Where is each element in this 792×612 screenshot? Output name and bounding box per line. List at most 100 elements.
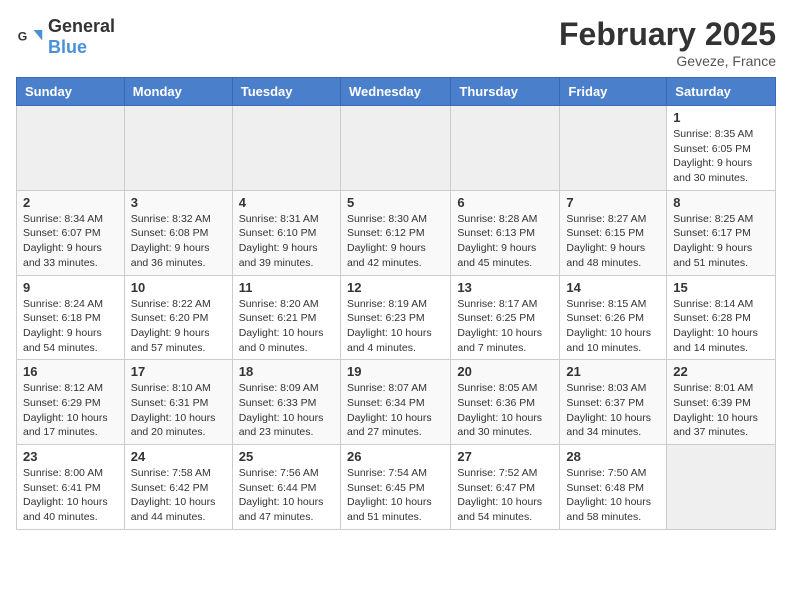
day-info: Sunrise: 8:22 AM Sunset: 6:20 PM Dayligh… (131, 297, 226, 356)
calendar-week-2: 2 Sunrise: 8:34 AM Sunset: 6:07 PM Daylig… (17, 190, 776, 275)
calendar-cell: 11 Sunrise: 8:20 AM Sunset: 6:21 PM Dayli… (232, 275, 340, 360)
calendar-cell: 10 Sunrise: 8:22 AM Sunset: 6:20 PM Dayli… (124, 275, 232, 360)
day-info: Sunrise: 8:28 AM Sunset: 6:13 PM Dayligh… (457, 212, 553, 271)
day-number: 4 (239, 195, 334, 210)
day-info: Sunrise: 8:30 AM Sunset: 6:12 PM Dayligh… (347, 212, 444, 271)
title-area: February 2025 Geveze, France (559, 16, 776, 69)
day-number: 10 (131, 280, 226, 295)
day-info: Sunrise: 8:32 AM Sunset: 6:08 PM Dayligh… (131, 212, 226, 271)
day-number: 25 (239, 449, 334, 464)
logo-blue: Blue (48, 37, 87, 57)
header-monday: Monday (124, 78, 232, 106)
day-number: 16 (23, 364, 118, 379)
calendar-cell: 4 Sunrise: 8:31 AM Sunset: 6:10 PM Daylig… (232, 190, 340, 275)
day-info: Sunrise: 8:10 AM Sunset: 6:31 PM Dayligh… (131, 381, 226, 440)
calendar-table: SundayMondayTuesdayWednesdayThursdayFrid… (16, 77, 776, 530)
calendar-cell: 19Sunrise: 8:07 AM Sunset: 6:34 PM Dayli… (340, 360, 450, 445)
day-info: Sunrise: 8:05 AM Sunset: 6:36 PM Dayligh… (457, 381, 553, 440)
calendar-cell: 7 Sunrise: 8:27 AM Sunset: 6:15 PM Daylig… (560, 190, 667, 275)
day-number: 20 (457, 364, 553, 379)
calendar-cell: 17 Sunrise: 8:10 AM Sunset: 6:31 PM Dayli… (124, 360, 232, 445)
calendar-cell: 15 Sunrise: 8:14 AM Sunset: 6:28 PM Dayli… (667, 275, 776, 360)
calendar-week-1: 1 Sunrise: 8:35 AM Sunset: 6:05 PM Daylig… (17, 106, 776, 191)
day-info: Sunrise: 8:35 AM Sunset: 6:05 PM Dayligh… (673, 127, 769, 186)
calendar-cell: 12Sunrise: 8:19 AM Sunset: 6:23 PM Dayli… (340, 275, 450, 360)
day-number: 12 (347, 280, 444, 295)
day-number: 23 (23, 449, 118, 464)
day-number: 7 (566, 195, 660, 210)
day-info: Sunrise: 8:27 AM Sunset: 6:15 PM Dayligh… (566, 212, 660, 271)
day-number: 24 (131, 449, 226, 464)
day-number: 26 (347, 449, 444, 464)
day-number: 13 (457, 280, 553, 295)
day-info: Sunrise: 7:58 AM Sunset: 6:42 PM Dayligh… (131, 466, 226, 525)
calendar-cell: 3 Sunrise: 8:32 AM Sunset: 6:08 PM Daylig… (124, 190, 232, 275)
header-thursday: Thursday (451, 78, 560, 106)
day-info: Sunrise: 8:31 AM Sunset: 6:10 PM Dayligh… (239, 212, 334, 271)
day-number: 1 (673, 110, 769, 125)
calendar-cell: 8 Sunrise: 8:25 AM Sunset: 6:17 PM Daylig… (667, 190, 776, 275)
day-info: Sunrise: 8:12 AM Sunset: 6:29 PM Dayligh… (23, 381, 118, 440)
day-number: 11 (239, 280, 334, 295)
calendar-cell (232, 106, 340, 191)
day-number: 5 (347, 195, 444, 210)
calendar-cell: 18 Sunrise: 8:09 AM Sunset: 6:33 PM Dayli… (232, 360, 340, 445)
header-wednesday: Wednesday (340, 78, 450, 106)
location: Geveze, France (559, 53, 776, 69)
calendar-cell: 25 Sunrise: 7:56 AM Sunset: 6:44 PM Dayli… (232, 445, 340, 530)
header-friday: Friday (560, 78, 667, 106)
day-info: Sunrise: 7:54 AM Sunset: 6:45 PM Dayligh… (347, 466, 444, 525)
calendar-week-5: 23 Sunrise: 8:00 AM Sunset: 6:41 PM Dayli… (17, 445, 776, 530)
day-info: Sunrise: 8:17 AM Sunset: 6:25 PM Dayligh… (457, 297, 553, 356)
day-number: 3 (131, 195, 226, 210)
day-number: 8 (673, 195, 769, 210)
calendar-week-3: 9 Sunrise: 8:24 AM Sunset: 6:18 PM Daylig… (17, 275, 776, 360)
day-info: Sunrise: 8:15 AM Sunset: 6:26 PM Dayligh… (566, 297, 660, 356)
day-info: Sunrise: 8:09 AM Sunset: 6:33 PM Dayligh… (239, 381, 334, 440)
day-number: 6 (457, 195, 553, 210)
page-header: G General Blue February 2025 Geveze, Fra… (16, 16, 776, 69)
day-info: Sunrise: 7:52 AM Sunset: 6:47 PM Dayligh… (457, 466, 553, 525)
day-info: Sunrise: 7:50 AM Sunset: 6:48 PM Dayligh… (566, 466, 660, 525)
day-number: 28 (566, 449, 660, 464)
calendar-cell (560, 106, 667, 191)
header-sunday: Sunday (17, 78, 125, 106)
calendar-cell: 22Sunrise: 8:01 AM Sunset: 6:39 PM Dayli… (667, 360, 776, 445)
calendar-cell: 21Sunrise: 8:03 AM Sunset: 6:37 PM Dayli… (560, 360, 667, 445)
calendar-header-row: SundayMondayTuesdayWednesdayThursdayFrid… (17, 78, 776, 106)
calendar-cell: 24 Sunrise: 7:58 AM Sunset: 6:42 PM Dayli… (124, 445, 232, 530)
day-number: 18 (239, 364, 334, 379)
calendar-cell: 13 Sunrise: 8:17 AM Sunset: 6:25 PM Dayli… (451, 275, 560, 360)
header-saturday: Saturday (667, 78, 776, 106)
calendar-cell: 23 Sunrise: 8:00 AM Sunset: 6:41 PM Dayli… (17, 445, 125, 530)
calendar-cell: 28 Sunrise: 7:50 AM Sunset: 6:48 PM Dayli… (560, 445, 667, 530)
logo-general: General (48, 16, 115, 36)
day-info: Sunrise: 8:00 AM Sunset: 6:41 PM Dayligh… (23, 466, 118, 525)
day-info: Sunrise: 8:24 AM Sunset: 6:18 PM Dayligh… (23, 297, 118, 356)
day-info: Sunrise: 8:07 AM Sunset: 6:34 PM Dayligh… (347, 381, 444, 440)
day-info: Sunrise: 8:03 AM Sunset: 6:37 PM Dayligh… (566, 381, 660, 440)
day-info: Sunrise: 8:20 AM Sunset: 6:21 PM Dayligh… (239, 297, 334, 356)
calendar-cell (124, 106, 232, 191)
calendar-cell: 6 Sunrise: 8:28 AM Sunset: 6:13 PM Daylig… (451, 190, 560, 275)
calendar-cell: 16 Sunrise: 8:12 AM Sunset: 6:29 PM Dayli… (17, 360, 125, 445)
day-number: 15 (673, 280, 769, 295)
day-number: 9 (23, 280, 118, 295)
day-number: 14 (566, 280, 660, 295)
svg-text:G: G (18, 30, 28, 44)
day-info: Sunrise: 7:56 AM Sunset: 6:44 PM Dayligh… (239, 466, 334, 525)
calendar-cell: 5 Sunrise: 8:30 AM Sunset: 6:12 PM Daylig… (340, 190, 450, 275)
calendar-cell: 26 Sunrise: 7:54 AM Sunset: 6:45 PM Dayli… (340, 445, 450, 530)
day-number: 17 (131, 364, 226, 379)
day-info: Sunrise: 8:34 AM Sunset: 6:07 PM Dayligh… (23, 212, 118, 271)
calendar-cell (667, 445, 776, 530)
logo-icon: G (16, 23, 44, 51)
calendar-cell (340, 106, 450, 191)
day-info: Sunrise: 8:25 AM Sunset: 6:17 PM Dayligh… (673, 212, 769, 271)
day-number: 22 (673, 364, 769, 379)
calendar-cell (451, 106, 560, 191)
day-info: Sunrise: 8:14 AM Sunset: 6:28 PM Dayligh… (673, 297, 769, 356)
calendar-cell: 27Sunrise: 7:52 AM Sunset: 6:47 PM Dayli… (451, 445, 560, 530)
day-number: 2 (23, 195, 118, 210)
logo: G General Blue (16, 16, 115, 58)
